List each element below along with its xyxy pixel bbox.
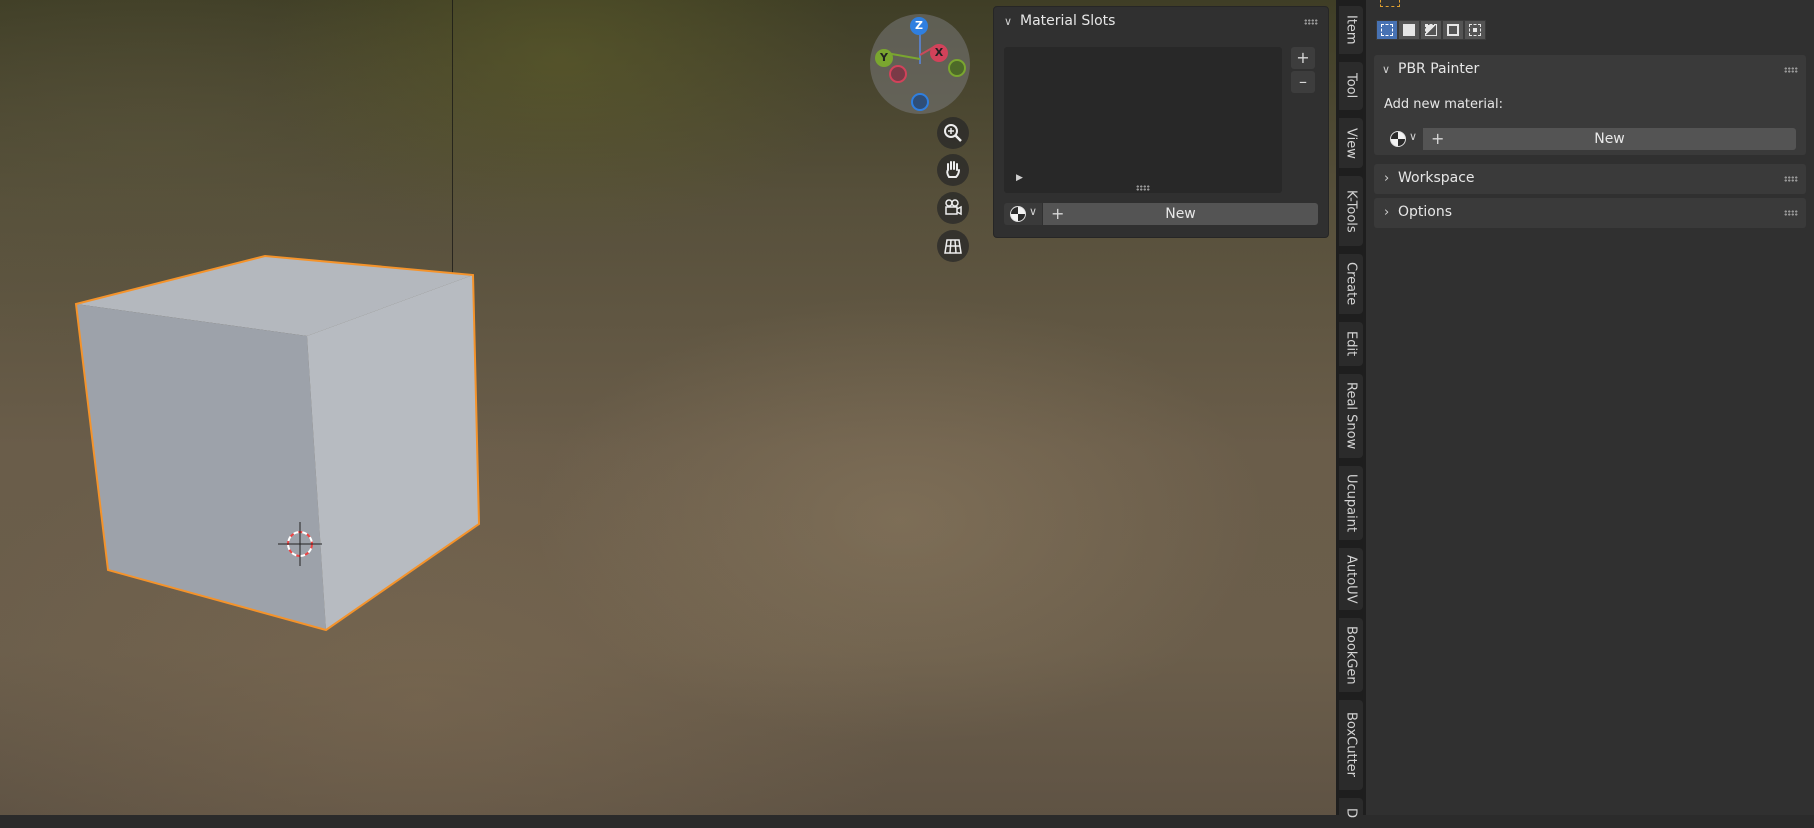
navigation-gizmo[interactable]: Z X Y xyxy=(870,14,970,114)
3d-viewport[interactable]: Z X Y ∨ Material Slots ▶ + – ∨ + New xyxy=(0,0,1336,815)
select-mode-intersect-button[interactable] xyxy=(1464,20,1486,40)
material-slots-title[interactable]: Material Slots xyxy=(1020,13,1115,29)
tab-item[interactable]: Item xyxy=(1339,6,1363,54)
workspace-panel[interactable]: › Workspace xyxy=(1374,164,1806,194)
workspace-title: Workspace xyxy=(1398,170,1475,186)
chevron-down-icon: ∨ xyxy=(1029,205,1038,218)
cube-right-face xyxy=(307,275,479,630)
add-material-label: Add new material: xyxy=(1384,97,1503,112)
chevron-down-icon[interactable]: ∨ xyxy=(1004,15,1012,28)
properties-sidebar: ∨ PBR Painter Add new material: ∨ + New … xyxy=(1366,0,1814,815)
pbr-new-material-row: ∨ + New xyxy=(1384,128,1796,150)
select-mode-invert-button[interactable] xyxy=(1442,20,1464,40)
chevron-right-icon: › xyxy=(1384,171,1390,186)
cube-left-face xyxy=(76,304,326,630)
new-material-button[interactable]: + New xyxy=(1043,203,1318,225)
material-new-row: ∨ + New xyxy=(1004,203,1318,225)
plus-icon: + xyxy=(1431,129,1445,148)
select-box-indicator xyxy=(1380,0,1400,7)
sidebar-tab-strip: Item Tool View K-Tools Create Edit Real … xyxy=(1336,0,1366,828)
material-slot-list[interactable]: ▶ xyxy=(1004,47,1282,193)
select-mode-set-button[interactable] xyxy=(1376,20,1398,40)
chevron-right-icon: › xyxy=(1384,205,1390,220)
tab-ucupaint[interactable]: Ucupaint xyxy=(1339,466,1363,540)
pan-hand-icon[interactable] xyxy=(937,154,969,186)
tab-tool[interactable]: Tool xyxy=(1339,62,1363,110)
z-axis-ball[interactable]: Z xyxy=(910,17,928,35)
y-axis-ball[interactable]: Y xyxy=(875,49,893,67)
add-slot-button[interactable]: + xyxy=(1291,47,1315,69)
tab-boxcutter[interactable]: BoxCutter xyxy=(1339,700,1363,790)
plus-icon: + xyxy=(1051,204,1065,223)
tab-create[interactable]: Create xyxy=(1339,254,1363,314)
tab-bookgen[interactable]: BookGen xyxy=(1339,618,1363,692)
select-mode-subtract-button[interactable] xyxy=(1420,20,1442,40)
pbr-new-material-button[interactable]: + New xyxy=(1423,128,1796,150)
tab-autouv[interactable]: AutoUV xyxy=(1339,548,1363,610)
list-resize-grip-icon[interactable] xyxy=(1136,185,1150,191)
camera-icon[interactable] xyxy=(937,192,969,224)
zoom-icon[interactable] xyxy=(937,117,969,149)
x-axis-ball[interactable]: X xyxy=(930,44,948,62)
material-ball-icon xyxy=(1010,206,1026,222)
remove-slot-button[interactable]: – xyxy=(1291,71,1315,93)
tab-real-snow[interactable]: Real Snow xyxy=(1339,374,1363,458)
chevron-down-icon[interactable]: ∨ xyxy=(1382,63,1390,76)
select-set-icon xyxy=(1381,24,1393,36)
pbr-painter-panel: ∨ PBR Painter Add new material: ∨ + New xyxy=(1374,55,1806,155)
material-ball-icon xyxy=(1390,131,1406,147)
select-invert-icon xyxy=(1447,24,1459,36)
grid-ortho-icon[interactable] xyxy=(937,230,969,262)
neg-x-axis-ball[interactable] xyxy=(889,65,907,83)
material-browse-button[interactable]: ∨ xyxy=(1004,203,1042,225)
neg-y-axis-ball[interactable] xyxy=(948,59,966,77)
select-subtract-icon xyxy=(1425,24,1437,36)
tab-edit[interactable]: Edit xyxy=(1339,322,1363,366)
expand-arrow-icon[interactable]: ▶ xyxy=(1016,173,1023,183)
options-panel[interactable]: › Options xyxy=(1374,198,1806,228)
chevron-down-icon: ∨ xyxy=(1409,130,1418,143)
drag-grip-icon[interactable] xyxy=(1304,19,1318,25)
drag-grip-icon[interactable] xyxy=(1784,67,1798,73)
select-mode-extend-button[interactable] xyxy=(1398,20,1420,40)
pbr-material-browse-button[interactable]: ∨ xyxy=(1384,128,1422,150)
select-extend-icon xyxy=(1403,24,1415,36)
select-intersect-icon xyxy=(1469,24,1481,36)
drag-grip-icon[interactable] xyxy=(1784,210,1798,216)
options-title: Options xyxy=(1398,204,1453,220)
y-axis-line xyxy=(890,52,921,60)
tab-k-tools[interactable]: K-Tools xyxy=(1339,176,1363,246)
neg-z-axis-ball[interactable] xyxy=(911,93,929,111)
pbr-painter-title[interactable]: PBR Painter xyxy=(1398,61,1479,77)
material-slots-panel: ∨ Material Slots ▶ + – ∨ + New xyxy=(993,6,1329,238)
tab-view[interactable]: View xyxy=(1339,118,1363,168)
tab-partial[interactable]: D xyxy=(1339,798,1363,828)
pbr-new-label: New xyxy=(1594,131,1625,147)
drag-grip-icon[interactable] xyxy=(1784,176,1798,182)
new-material-label: New xyxy=(1165,206,1196,222)
